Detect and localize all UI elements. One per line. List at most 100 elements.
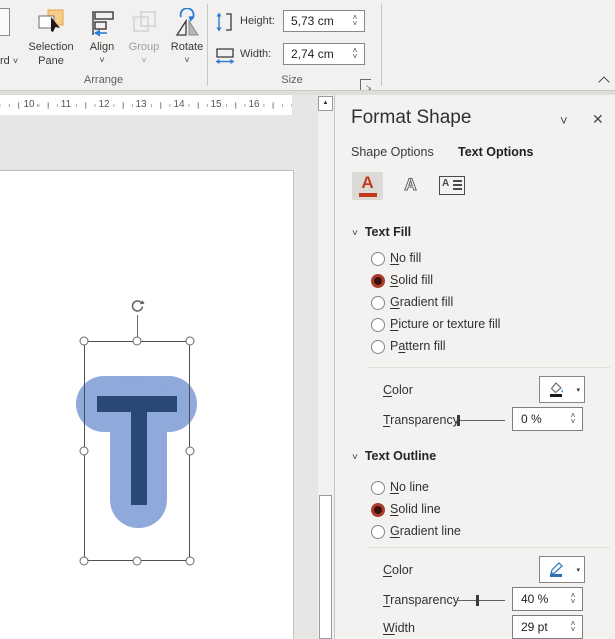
width-value: 2,74 cm xyxy=(291,47,334,61)
fill-transparency-slider[interactable] xyxy=(457,415,505,426)
arrange-group-label: Arrange xyxy=(83,74,124,86)
outline-color-label: Color xyxy=(383,563,413,577)
close-icon[interactable]: ✕ xyxy=(592,111,604,128)
fill-transparency-value: 0 % xyxy=(521,412,542,426)
radio-circle[interactable] xyxy=(371,318,385,332)
dropdown-icon: ▾ xyxy=(576,387,580,394)
ruler-number: 12 xyxy=(96,98,112,111)
scroll-up-icon: ▲ xyxy=(322,100,329,106)
fill-transparency-input[interactable]: 0 % ˄ ˅ xyxy=(512,407,583,431)
textbox-icon[interactable]: A xyxy=(435,172,469,200)
resize-handle-bottom-right[interactable] xyxy=(185,556,195,566)
rotate-icon xyxy=(172,7,202,38)
group-label: Group xyxy=(128,41,160,53)
selection-rectangle[interactable] xyxy=(84,341,190,561)
text-fill-section-header[interactable]: ˅ Text Fill xyxy=(352,225,411,239)
radio-circle[interactable] xyxy=(371,525,385,539)
group-divider xyxy=(381,4,382,86)
radio-circle[interactable] xyxy=(371,252,385,266)
fill-color-label: Color xyxy=(383,383,413,397)
letter-a-glyph: A xyxy=(361,173,374,192)
height-input[interactable]: 5,73 cm ˄ ˅ xyxy=(283,10,365,32)
resize-handle-top-left[interactable] xyxy=(79,336,89,346)
radio-circle-selected[interactable] xyxy=(371,503,385,517)
slider-handle[interactable] xyxy=(476,595,479,606)
slide-canvas: 10 11 12 13 14 15 16 ▲ xyxy=(0,95,334,639)
outline-width-label: Width xyxy=(383,621,415,635)
outline-width-input[interactable]: 29 pt ˄ ˅ xyxy=(512,615,583,639)
spin-down-icon[interactable]: ˅ xyxy=(571,598,576,606)
fill-color-button[interactable]: ▾ xyxy=(539,376,585,403)
height-value: 5,73 cm xyxy=(291,14,334,28)
width-input[interactable]: 2,74 cm ˄ ˅ xyxy=(283,43,365,65)
text-outline-section-header[interactable]: ˅ Text Outline xyxy=(352,449,436,463)
resize-handle-left[interactable] xyxy=(79,446,89,456)
radio-circle[interactable] xyxy=(371,340,385,354)
radio-circle[interactable] xyxy=(371,296,385,310)
group-icon xyxy=(129,8,159,38)
cropped-button-icon xyxy=(0,8,10,36)
pencil-icon xyxy=(550,562,563,577)
chevron-down-icon: ˅ xyxy=(12,56,19,66)
rotate-handle[interactable] xyxy=(129,298,146,315)
spin-down-icon[interactable]: ˅ xyxy=(571,626,576,634)
text-effects-icon[interactable]: A xyxy=(395,172,426,200)
paint-bucket-icon xyxy=(550,382,563,397)
height-spinner[interactable]: ˄ ˅ xyxy=(350,11,360,31)
size-dialog-launcher[interactable]: ↘ xyxy=(360,79,372,92)
divider xyxy=(368,547,610,548)
outline-transparency-input[interactable]: 40 % ˄ ˅ xyxy=(512,587,583,611)
resize-handle-bottom-left[interactable] xyxy=(79,556,89,566)
vertical-scrollbar[interactable]: ▲ xyxy=(318,95,334,639)
dropdown-icon: ▾ xyxy=(576,567,580,574)
fill-transparency-spinner[interactable]: ˄ ˅ xyxy=(568,408,578,430)
resize-handle-bottom[interactable] xyxy=(132,556,142,566)
horizontal-ruler: 10 11 12 13 14 15 16 xyxy=(0,95,292,115)
spin-down-icon[interactable]: ˅ xyxy=(353,20,358,28)
ruler-number: 14 xyxy=(171,98,187,111)
chevron-down-icon: ˅ xyxy=(352,228,358,239)
ruler-number: 16 xyxy=(246,98,262,111)
outline-transparency-slider[interactable] xyxy=(458,595,505,606)
scrollbar-thumb[interactable] xyxy=(319,495,332,639)
resize-handle-right[interactable] xyxy=(185,446,195,456)
panel-collapse-icon[interactable]: ˅ xyxy=(560,113,568,128)
spin-down-icon[interactable]: ˅ xyxy=(571,418,576,426)
chevron-down-icon: ˅ xyxy=(352,452,358,463)
panel-title: Format Shape xyxy=(351,107,472,128)
outline-width-value: 29 pt xyxy=(521,620,548,634)
collapse-ribbon-icon[interactable] xyxy=(598,76,610,88)
ruler-number: 10 xyxy=(21,98,37,111)
outlined-a-glyph: A xyxy=(404,175,417,195)
size-group-label: Size xyxy=(281,74,303,86)
outline-transparency-value: 40 % xyxy=(521,592,549,606)
chevron-down-icon: ˅ xyxy=(99,55,105,65)
tab-text-options[interactable]: Text Options xyxy=(458,145,533,159)
width-label: Width: xyxy=(240,48,272,60)
align-label: Align xyxy=(89,41,115,53)
height-icon xyxy=(215,12,235,37)
scroll-up-button[interactable]: ▲ xyxy=(318,96,333,111)
width-spinner[interactable]: ˄ ˅ xyxy=(350,44,360,64)
align-icon xyxy=(87,8,117,38)
fill-transparency-label: Transparency xyxy=(383,413,459,427)
selection-pane-label-1: Selection xyxy=(28,41,74,53)
outline-width-spinner[interactable]: ˄ ˅ xyxy=(568,616,578,638)
resize-handle-top[interactable] xyxy=(132,336,142,346)
radio-circle-selected[interactable] xyxy=(371,274,385,288)
spin-down-icon[interactable]: ˅ xyxy=(353,53,358,61)
tab-shape-options[interactable]: Shape Options xyxy=(351,145,434,159)
ruler-number: 15 xyxy=(208,98,224,111)
cropped-button-label[interactable]: rd ˅ xyxy=(0,55,18,67)
outline-color-button[interactable]: ▾ xyxy=(539,556,585,583)
slider-handle[interactable] xyxy=(457,415,460,426)
radio-circle[interactable] xyxy=(371,481,385,495)
chevron-down-icon: ˅ xyxy=(141,55,147,65)
ruler-number: 11 xyxy=(58,98,74,111)
ruler-number: 13 xyxy=(133,98,149,111)
text-fill-outline-icon[interactable]: A xyxy=(352,172,383,200)
outline-transparency-spinner[interactable]: ˄ ˅ xyxy=(568,588,578,610)
resize-handle-top-right[interactable] xyxy=(185,336,195,346)
width-icon xyxy=(215,45,235,70)
divider xyxy=(368,367,610,368)
